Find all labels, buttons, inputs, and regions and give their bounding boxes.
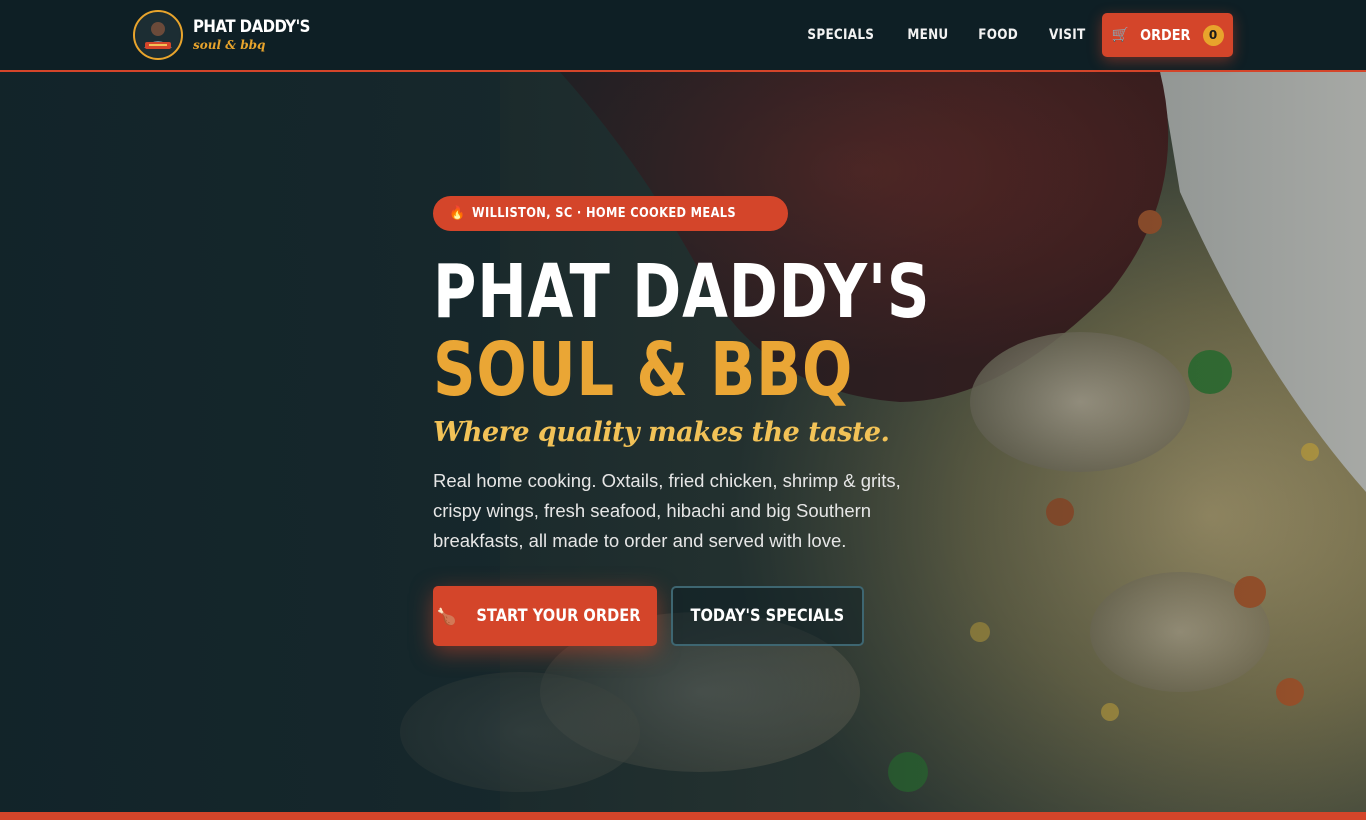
page: PHAT DADDY'S soul & bbq SPECIALS MENU FO… xyxy=(0,0,1366,820)
hero-title-line2: SOUL & BBQ xyxy=(433,327,854,413)
cart-icon: 🛒 xyxy=(1111,27,1129,43)
cart-count-badge: 0 xyxy=(1202,24,1224,46)
nav-link-menu[interactable]: MENU xyxy=(907,27,948,43)
order-button[interactable]: 🛒 ORDER 0 xyxy=(1102,13,1233,57)
location-badge: 🔥 WILLISTON, SC · HOME COOKED MEALS xyxy=(433,196,788,231)
hero-title-line1: PHAT DADDY'S xyxy=(433,249,931,335)
start-order-button[interactable]: 🍗 START YOUR ORDER xyxy=(433,586,657,646)
nav-link-visit[interactable]: VISIT xyxy=(1049,27,1085,43)
hero-tagline: Where quality makes the taste. xyxy=(433,417,890,448)
hero-section: 🔥 WILLISTON, SC · HOME COOKED MEALS PHAT… xyxy=(0,72,1366,812)
nav-link-specials[interactable]: SPECIALS xyxy=(807,27,874,43)
nav-link-food[interactable]: FOOD xyxy=(979,27,1019,43)
drumstick-icon: 🍗 xyxy=(436,606,457,626)
todays-specials-button[interactable]: TODAY'S SPECIALS xyxy=(671,586,864,646)
start-order-label: START YOUR ORDER xyxy=(475,606,641,626)
bottom-accent-bar xyxy=(0,812,1366,820)
location-badge-text: WILLISTON, SC · HOME COOKED MEALS xyxy=(471,206,736,221)
hero-description: Real home cooking. Oxtails, fried chicke… xyxy=(433,470,901,551)
todays-specials-label: TODAY'S SPECIALS xyxy=(690,606,845,626)
logo-subtitle: soul & bbq xyxy=(193,38,266,52)
top-nav: PHAT DADDY'S soul & bbq SPECIALS MENU FO… xyxy=(0,0,1366,72)
logo-badge-icon xyxy=(133,10,183,60)
logo-link[interactable]: PHAT DADDY'S soul & bbq xyxy=(133,10,326,60)
fire-icon: 🔥 xyxy=(449,206,466,221)
hero-content: 🔥 WILLISTON, SC · HOME COOKED MEALS PHAT… xyxy=(433,196,953,646)
order-label: ORDER xyxy=(1140,26,1191,44)
nav-links: SPECIALS MENU FOOD VISIT 🛒 ORDER 0 xyxy=(778,0,1233,70)
cta-row: 🍗 START YOUR ORDER TODAY'S SPECIALS xyxy=(433,586,953,646)
logo-title: PHAT DADDY'S xyxy=(193,17,310,37)
